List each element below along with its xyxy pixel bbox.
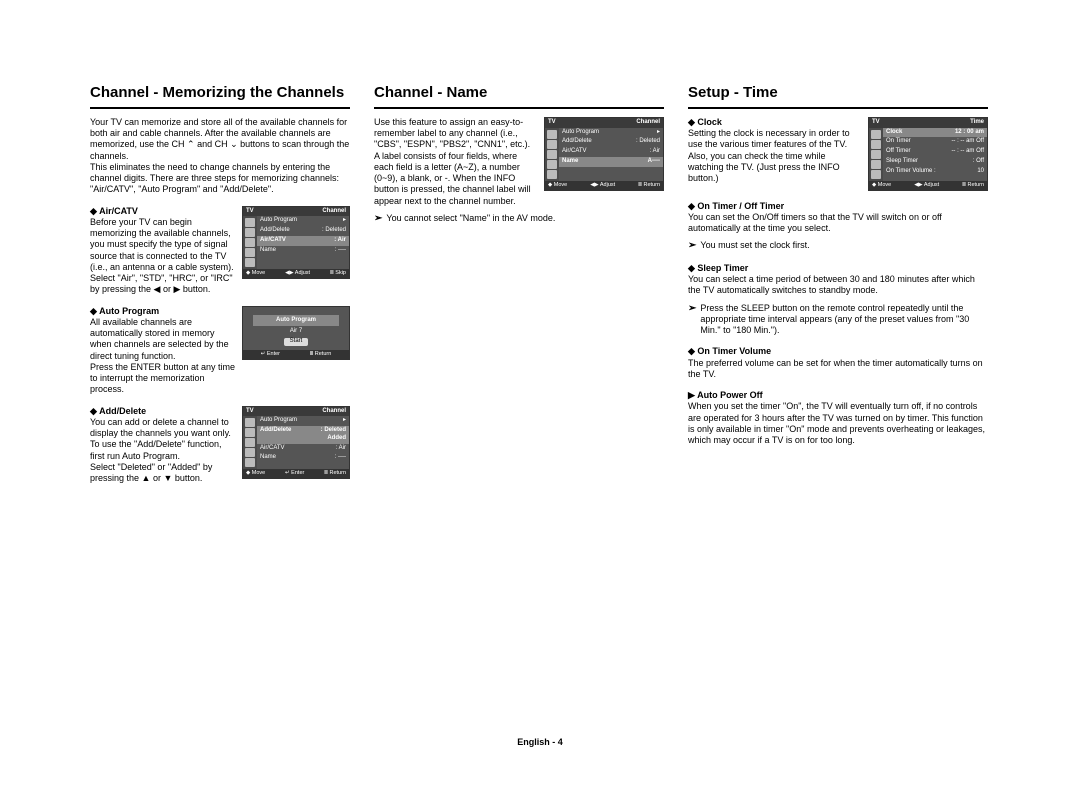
page-footer: English - 4 (0, 737, 1080, 748)
body-name: Use this feature to assign an easy-to-re… (374, 117, 538, 207)
osd-time: TVTime Clock12 : 00 am On Timer-- : -- a… (868, 117, 988, 191)
title-auto: ▶ Auto Power Off (688, 390, 988, 401)
osd-autoprogram: Auto Program Air 7 Start ↵ EnterⅢ Return (242, 306, 350, 361)
title-vol: On Timer Volume (688, 346, 988, 357)
osd-channel-aircatv: TVChannel Auto Program▸ Add/Delete: Dele… (242, 206, 350, 280)
osd-adddelete: TVChannel Auto Program▸ Add/Delete: Dele… (242, 406, 350, 480)
note-sleep: Press the SLEEP button on the remote con… (700, 303, 988, 337)
body-adddelete: You can add or delete a channel to displ… (90, 417, 236, 485)
note-onoff: You must set the clock first. (700, 240, 809, 253)
osd-name: TVChannel Auto Program▸ Add/Delete: Dele… (544, 117, 664, 191)
body-autoprogram: All available channels are automatically… (90, 317, 236, 396)
intro-memorizing: Your TV can memorize and store all of th… (90, 117, 350, 196)
item-adddelete: Add/Delete You can add or delete a chann… (90, 406, 350, 485)
column-memorizing: Channel - Memorizing the Channels Your T… (90, 84, 350, 484)
column-time: Setup - Time Clock Setting the clock is … (688, 84, 988, 484)
body-clock: Setting the clock is necessary in order … (688, 128, 862, 184)
body-aircatv: Before your TV can begin memorizing the … (90, 217, 236, 296)
title-adddelete: Add/Delete (90, 406, 236, 417)
title-clock: Clock (688, 117, 862, 128)
item-aircatv: Air/CATV Before your TV can begin memori… (90, 206, 350, 296)
heading-memorizing: Channel - Memorizing the Channels (90, 84, 350, 109)
body-sleep: You can select a time period of between … (688, 274, 988, 297)
body-auto: When you set the timer "On", the TV will… (688, 401, 988, 446)
note-icon: ➢ (374, 213, 382, 226)
heading-time: Setup - Time (688, 84, 988, 109)
title-autoprogram: Auto Program (90, 306, 236, 317)
title-onoff: On Timer / Off Timer (688, 201, 988, 212)
body-vol: The preferred volume can be set for when… (688, 358, 988, 381)
title-aircatv: Air/CATV (90, 206, 236, 217)
note-name: ➢ You cannot select "Name" in the AV mod… (374, 213, 664, 226)
heading-name: Channel - Name (374, 84, 664, 109)
column-name: Channel - Name Use this feature to assig… (374, 84, 664, 484)
title-sleep: Sleep Timer (688, 263, 988, 274)
item-autoprogram: Auto Program All available channels are … (90, 306, 350, 396)
body-onoff: You can set the On/Off timers so that th… (688, 212, 988, 235)
